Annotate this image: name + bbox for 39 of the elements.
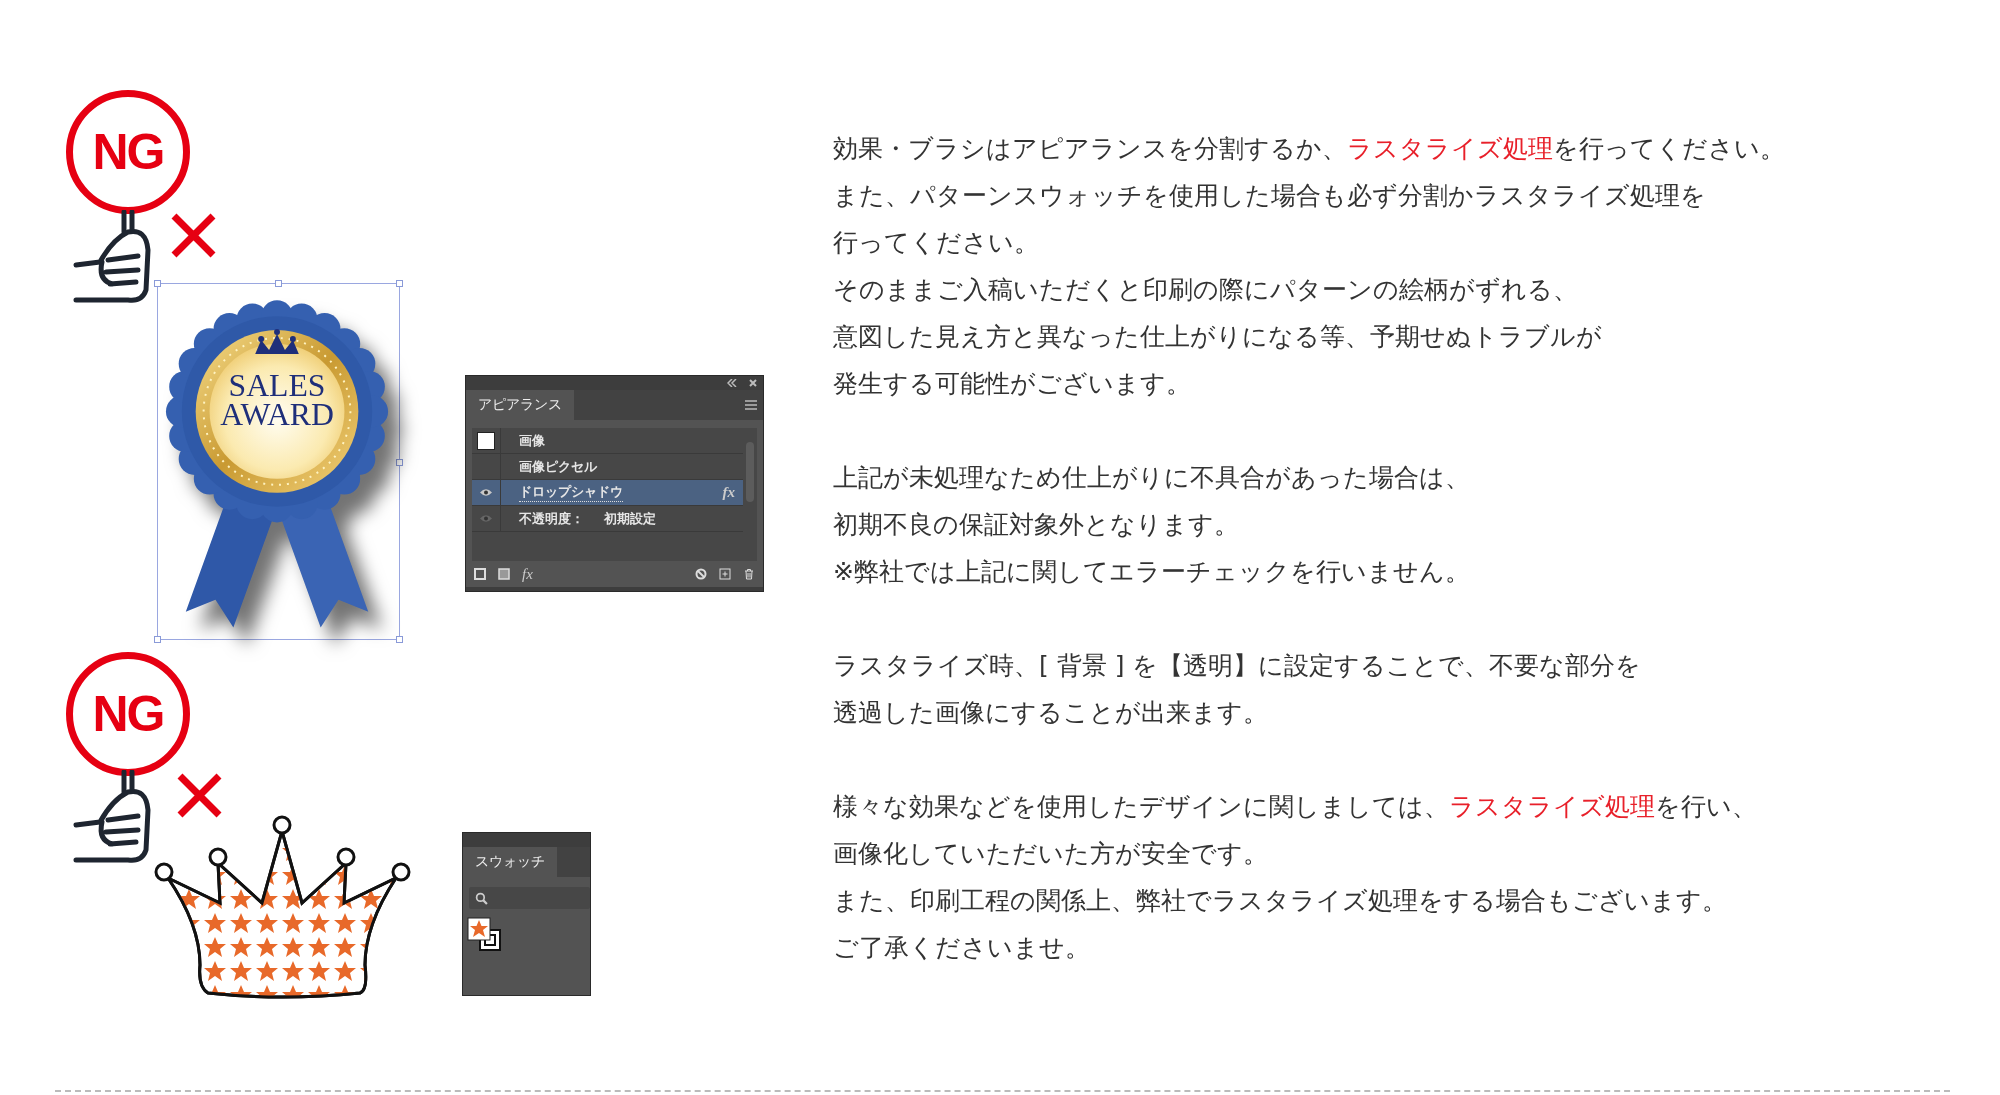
appearance-row[interactable]: 不透明度： 初期設定 <box>472 506 743 532</box>
body-paragraph: 効果・ブラシはアピアランスを分割するか、ラスタライズ処理を行ってください。 また、パターンスウォッチを使用した場合も必ず分割かラスタライズ処理を 行ってください。 そのままご入稿いただくと印刷の際にパターンの絵柄がずれる、 意図した見え方と異なった仕上がりになる等、予期せぬトラブルが 発生する可能性がございます。 <box>833 133 1785 400</box>
selection-handle[interactable] <box>396 459 403 466</box>
add-icon[interactable] <box>719 568 731 580</box>
row-label: 画像ピクセル <box>519 457 597 476</box>
fill-swatch[interactable] <box>477 431 495 450</box>
selection-handle[interactable] <box>154 636 161 643</box>
row-value: 初期設定 <box>604 509 656 528</box>
ng-badge: NG <box>66 90 190 214</box>
cross-icon <box>176 772 223 819</box>
search-field[interactable] <box>469 887 590 909</box>
swatch-icon[interactable] <box>467 917 503 953</box>
filled-square-icon[interactable] <box>498 568 510 580</box>
trash-icon[interactable] <box>743 568 755 580</box>
body-paragraph: 上記が未処理なため仕上がりに不具合があった場合は、 初期不良の保証対象外となります。 ※弊社では上記に関してエラーチェックを行いません。 <box>833 462 1471 588</box>
selection-handle[interactable] <box>396 280 403 287</box>
fx-label: fx <box>722 484 735 501</box>
menu-icon[interactable] <box>745 400 757 410</box>
row-label: ドロップシャドウ <box>519 483 623 502</box>
fx-button[interactable]: fx <box>522 565 533 583</box>
body-paragraph: ラスタライズ時、[ 背景 ] を【透明】に設定することで、不要な部分を 透過した画像にすることが出来ます。 <box>833 650 1643 729</box>
selection-handle[interactable] <box>154 280 161 287</box>
search-icon <box>475 891 488 905</box>
selection-handle[interactable] <box>396 636 403 643</box>
panel-tab[interactable]: スウォッチ <box>463 847 557 877</box>
prohibited-icon[interactable] <box>695 568 707 580</box>
selection-handle[interactable] <box>275 280 282 287</box>
panel-tab[interactable]: アピアランス <box>466 390 574 420</box>
collapse-icon[interactable] <box>727 379 737 387</box>
row-label: 画像 <box>519 431 545 450</box>
eye-icon[interactable] <box>479 488 493 497</box>
ng-badge: NG <box>66 652 190 776</box>
square-icon[interactable] <box>474 568 486 580</box>
appearance-row[interactable]: 画像 <box>472 428 743 454</box>
cross-icon <box>170 212 217 259</box>
appearance-row[interactable]: ドロップシャドウ fx <box>472 480 743 506</box>
body-paragraph: 様々な効果などを使用したデザインに関しましては、ラスタライズ処理を行い、 画像化していただいた方が安全です。 また、印刷工程の関係上、弊社でラスタライズ処理をする場合もございます。 ご了承くださいませ。 <box>833 791 1758 964</box>
close-icon[interactable] <box>749 379 757 387</box>
row-label: 不透明度： <box>519 509 584 528</box>
